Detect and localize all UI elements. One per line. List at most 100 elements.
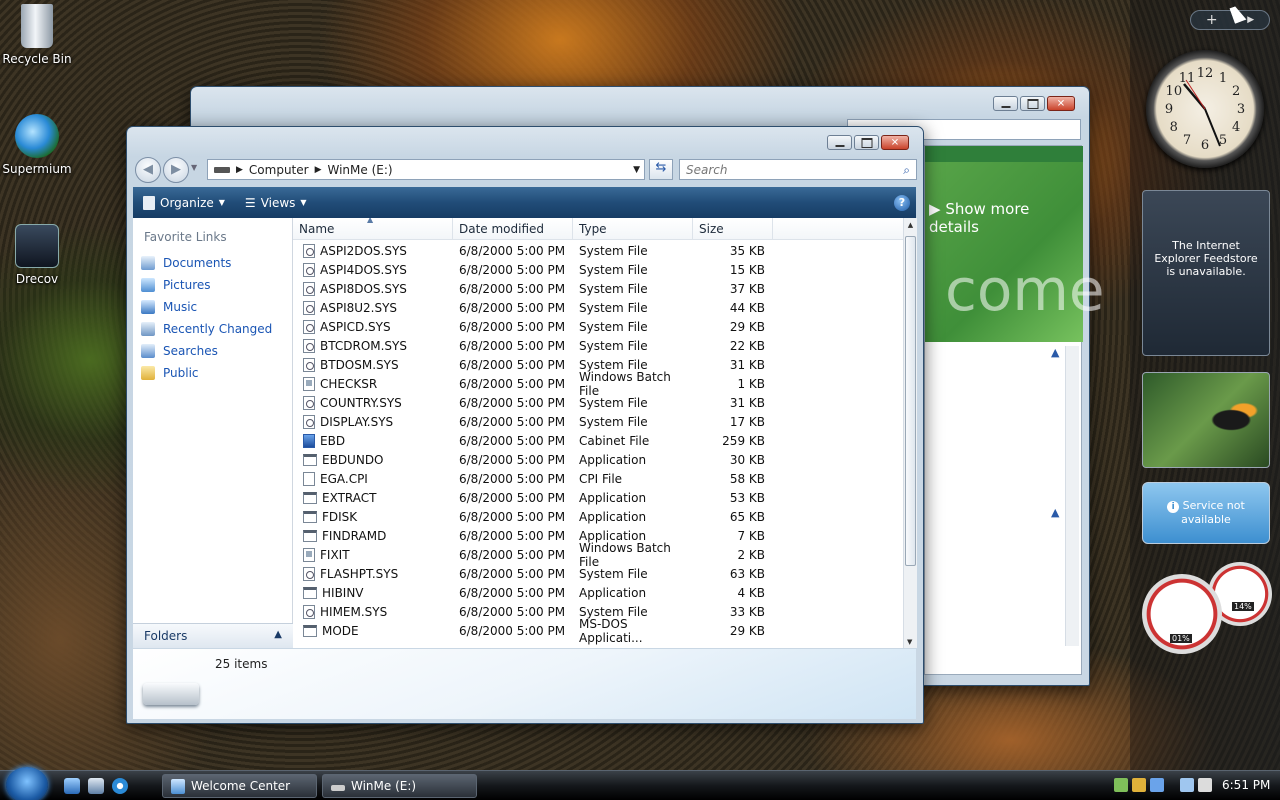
clock[interactable]: 6:51 PM: [1222, 778, 1270, 792]
drive-large-icon: [143, 683, 199, 705]
file-row[interactable]: EBDUNDO 6/8/2000 5:00 PM Application 30 KB: [293, 450, 903, 469]
organize-button[interactable]: Organize ▼: [133, 195, 235, 210]
system-file-icon: [303, 319, 315, 334]
file-row[interactable]: ASPI8U2.SYS 6/8/2000 5:00 PM System File 44…: [293, 298, 903, 317]
nav-link-recently-changed[interactable]: Recently Changed: [133, 318, 292, 340]
forward-button[interactable]: ▶: [163, 157, 189, 183]
cpu-meter-gadget[interactable]: 14% 01%: [1142, 562, 1276, 662]
window-controls: [827, 135, 909, 150]
file-date: 6/8/2000 5:00 PM: [459, 319, 566, 334]
address-dropdown-icon[interactable]: ▼: [633, 165, 644, 175]
tray-update-icon[interactable]: [1150, 778, 1164, 792]
nav-link-documents[interactable]: Documents: [133, 252, 292, 274]
file-rows: ASPI2DOS.SYS 6/8/2000 5:00 PM System File 3…: [293, 240, 903, 645]
file-row[interactable]: ASPI4DOS.SYS 6/8/2000 5:00 PM System File 1…: [293, 260, 903, 279]
file-name-cell: HIBINV: [293, 586, 453, 600]
internet-explorer-icon[interactable]: [112, 778, 128, 794]
nav-link-label: Music: [163, 300, 198, 314]
clock-gadget[interactable]: 12 1 2 3 4 5 6 7 8 9 10 11: [1146, 50, 1264, 168]
task-winme-drive[interactable]: WinMe (E:): [322, 774, 477, 798]
file-row[interactable]: ASPI8DOS.SYS 6/8/2000 5:00 PM System File 3…: [293, 279, 903, 298]
search-icon[interactable]: ⌕: [903, 163, 910, 177]
column-header-name[interactable]: Name ▲: [293, 218, 453, 239]
breadcrumb-drive[interactable]: WinMe (E:): [322, 163, 399, 177]
file-list: Name ▲ Date modified Type Size ASPI2DOS.S…: [293, 218, 903, 648]
maximize-button[interactable]: [854, 135, 879, 150]
show-desktop-icon[interactable]: [64, 778, 80, 794]
back-button[interactable]: ◀: [135, 157, 161, 183]
views-button[interactable]: ☰ Views ▼: [235, 196, 317, 210]
system-file-icon: [303, 604, 315, 619]
desktop-icon-recycle-bin[interactable]: Recycle Bin: [0, 4, 77, 66]
file-row[interactable]: FDISK 6/8/2000 5:00 PM Application 65 KB: [293, 507, 903, 526]
close-button[interactable]: [1047, 96, 1075, 111]
file-row[interactable]: CHECKSR 6/8/2000 5:00 PM Windows Batch Fil…: [293, 370, 903, 398]
next-gadget-icon[interactable]: ▶: [1247, 15, 1254, 25]
column-header-type[interactable]: Type: [573, 218, 693, 239]
file-name: COUNTRY.SYS: [320, 395, 402, 410]
tray-security-icon[interactable]: [1132, 778, 1146, 792]
file-row[interactable]: DISPLAY.SYS 6/8/2000 5:00 PM System File 17…: [293, 412, 903, 431]
file-row[interactable]: COUNTRY.SYS 6/8/2000 5:00 PM System File 31…: [293, 393, 903, 412]
show-more-details-link[interactable]: ▶ Show more details: [925, 162, 1083, 236]
file-row[interactable]: FIXIT 6/8/2000 5:00 PM Windows Batch File 2…: [293, 541, 903, 569]
file-row[interactable]: ASPI2DOS.SYS 6/8/2000 5:00 PM System File 3…: [293, 241, 903, 260]
cpu-value: 01%: [1170, 634, 1192, 643]
file-row[interactable]: FLASHPT.SYS 6/8/2000 5:00 PM System File 63…: [293, 564, 903, 583]
tray-volume-icon[interactable]: [1198, 778, 1212, 792]
file-row[interactable]: BTCDROM.SYS 6/8/2000 5:00 PM System File 22…: [293, 336, 903, 355]
file-date: 6/8/2000 5:00 PM: [459, 281, 566, 296]
maximize-button[interactable]: [1020, 96, 1045, 111]
nav-link-pictures[interactable]: Pictures: [133, 274, 292, 296]
clock-number: 12: [1197, 66, 1214, 81]
vertical-scrollbar[interactable]: ▲ ▼: [903, 218, 917, 648]
collapse-arrow-icon-2[interactable]: ▲: [1051, 506, 1059, 519]
nav-link-searches[interactable]: Searches: [133, 340, 292, 362]
add-gadget-icon[interactable]: +: [1206, 12, 1218, 28]
feed-headlines-gadget[interactable]: The Internet Explorer Feedstore is unava…: [1142, 190, 1270, 356]
desktop-icon-drecov[interactable]: Drecov: [0, 224, 77, 286]
chevron-down-icon: ▼: [300, 198, 307, 207]
help-icon[interactable]: ?: [894, 194, 910, 211]
start-button[interactable]: [6, 767, 48, 800]
taskbar: Welcome Center WinMe (E:) 6:51 PM: [0, 767, 1280, 800]
recent-pages-dropdown-icon[interactable]: ▼: [191, 163, 197, 172]
file-row[interactable]: EGA.CPI 6/8/2000 5:00 PM CPI File 58 KB: [293, 469, 903, 488]
file-row[interactable]: EXTRACT 6/8/2000 5:00 PM Application 53 KB: [293, 488, 903, 507]
file-row[interactable]: HIBINV 6/8/2000 5:00 PM Application 4 KB: [293, 583, 903, 602]
breadcrumb-arrow-icon[interactable]: ▶: [236, 165, 243, 175]
file-name: ASPI8U2.SYS: [320, 300, 398, 315]
breadcrumb-computer[interactable]: Computer: [243, 163, 315, 177]
system-file-icon: [303, 281, 315, 296]
scrollbar-thumb[interactable]: [905, 236, 916, 566]
minimize-button[interactable]: [827, 135, 852, 150]
tray-network-icon[interactable]: [1114, 778, 1128, 792]
column-header-date[interactable]: Date modified: [453, 218, 573, 239]
folders-toggle[interactable]: Folders ▲: [133, 623, 293, 648]
file-name: ASPICD.SYS: [320, 319, 391, 334]
explorer-window[interactable]: ◀ ▶ ▼ ▶ Computer ▶ WinMe (E:) ▼ ⇆ Search…: [126, 126, 924, 724]
file-row[interactable]: MODE 6/8/2000 5:00 PM MS-DOS Applicati... 2…: [293, 617, 903, 645]
weather-gadget[interactable]: i Service not available: [1142, 482, 1270, 544]
column-header-size[interactable]: Size: [693, 218, 773, 239]
breadcrumb-arrow-icon[interactable]: ▶: [315, 165, 322, 175]
tray-computer-icon[interactable]: [1180, 778, 1194, 792]
close-button[interactable]: [881, 135, 909, 150]
nav-link-music[interactable]: Music: [133, 296, 292, 318]
slideshow-gadget[interactable]: [1142, 372, 1270, 468]
file-row[interactable]: ASPICD.SYS 6/8/2000 5:00 PM System File 29 …: [293, 317, 903, 336]
address-bar[interactable]: ▶ Computer ▶ WinMe (E:) ▼: [207, 159, 645, 180]
scroll-up-icon[interactable]: ▲: [904, 218, 917, 229]
back-scrollbar[interactable]: [1065, 346, 1079, 646]
switch-windows-icon[interactable]: [88, 778, 104, 794]
task-welcome-center[interactable]: Welcome Center: [162, 774, 317, 798]
desktop-icon-supermium[interactable]: Supermium: [0, 114, 77, 176]
collapse-arrow-icon[interactable]: ▲: [1051, 346, 1059, 359]
search-input[interactable]: Search ⌕: [679, 159, 917, 180]
scroll-down-icon[interactable]: ▼: [907, 638, 912, 646]
refresh-button[interactable]: ⇆: [649, 159, 673, 180]
nav-link-public[interactable]: Public: [133, 362, 292, 384]
file-row[interactable]: EBD 6/8/2000 5:00 PM Cabinet File 259 KB: [293, 431, 903, 450]
minimize-button[interactable]: [993, 96, 1018, 111]
file-name: FDISK: [322, 509, 358, 524]
